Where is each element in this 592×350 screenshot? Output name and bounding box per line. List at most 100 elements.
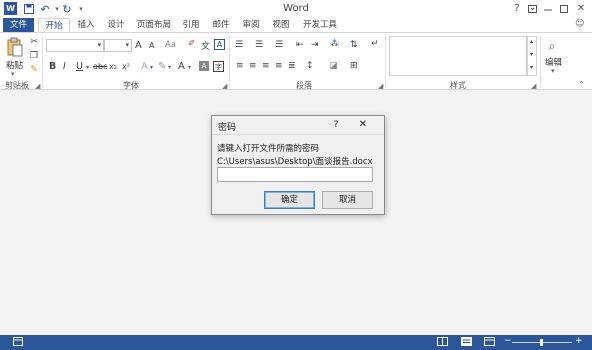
tab-file[interactable]: 文件 [3,18,34,32]
text-effects-icon[interactable]: A [141,61,148,72]
chevron-down-icon[interactable]: ▾ [530,51,533,58]
line-spacing-icon[interactable]: ↕ [306,61,314,71]
dialog-close-button[interactable]: ✕ [355,118,371,132]
account-icon[interactable]: ☺ [575,19,584,29]
font-name-combobox[interactable]: ▾ [46,39,104,52]
character-border-icon[interactable]: A [214,39,225,50]
group-divider [229,36,230,88]
editing-dropdown-icon[interactable]: ▾ [551,67,555,75]
tab-page-layout[interactable]: 页面布局 [133,18,175,32]
tab-design[interactable]: 设计 [102,18,130,32]
format-painter-icon[interactable]: ✎ [29,65,39,75]
close-icon[interactable]: ✕ [573,1,589,16]
distributed-icon[interactable]: ≣ [288,61,296,71]
align-left-icon[interactable]: ≡ [236,61,244,71]
zoom-out-icon[interactable]: − [504,336,512,346]
chevron-up-icon[interactable]: ▴ [530,38,533,45]
character-shading-icon[interactable]: A [199,61,209,71]
align-center-icon[interactable]: ≡ [249,61,257,71]
multilevel-list-icon[interactable]: ☰ [275,40,283,50]
ribbon-display-options-icon[interactable] [524,1,540,16]
more-icon[interactable]: ▾ [530,64,533,71]
read-mode-icon[interactable] [437,337,448,349]
paste-icon[interactable] [6,36,24,58]
italic-button[interactable]: I [63,61,66,72]
password-prompt: 请键入打开文件所需的密码 [217,144,320,154]
subscript-button[interactable]: x₂ [109,62,117,71]
tab-home[interactable]: 开始 [38,18,70,32]
grow-font-icon[interactable]: A [135,40,142,51]
status-bar: − + [0,335,592,350]
dialog-title: 密码 [218,123,237,133]
shading-icon[interactable]: ◪ [329,61,338,71]
app-title: Word [283,3,309,14]
tab-review[interactable]: 审阅 [238,18,264,32]
highlight-dropdown-icon[interactable]: ▾ [168,64,171,71]
underline-dropdown-icon[interactable]: ▾ [86,64,89,71]
macro-recording-icon[interactable] [13,337,23,349]
justify-icon[interactable]: ≡ [275,61,283,71]
tab-view[interactable]: 视图 [268,18,294,32]
ok-button[interactable]: 确定 [264,191,315,209]
cut-icon[interactable]: ✂ [29,37,39,47]
superscript-button[interactable]: x² [122,62,130,71]
sort-icon[interactable]: ⇅ [350,40,358,50]
numbering-icon[interactable]: ☰ [255,40,263,50]
group-divider [540,36,541,88]
tab-mailings[interactable]: 邮件 [208,18,234,32]
change-case-icon[interactable]: Aa [165,40,176,50]
paragraph-launcher-icon[interactable]: ◢ [378,82,383,90]
borders-icon[interactable]: ⊞ [350,61,358,71]
phonetic-guide-icon[interactable]: 文 [201,39,210,52]
copy-icon[interactable]: ❐ [29,51,39,61]
bullets-icon[interactable]: ☰ [235,40,243,50]
tab-insert[interactable]: 插入 [72,18,100,32]
chevron-down-icon: ▾ [125,41,129,49]
show-hide-marks-icon[interactable]: ↵ [371,39,379,49]
clipboard-launcher-icon[interactable]: ◢ [35,82,40,90]
file-path: C:\Users\asus\Desktop\面谈报告.docx [217,157,373,167]
group-divider [42,36,43,88]
enclose-characters-icon[interactable]: 字 [213,61,224,72]
password-input[interactable] [217,167,373,182]
ribbon: 粘贴 ▾ ✂ ❐ ✎ 剪贴板 ◢ ▾ ▾ A A Aa ✐ 文 A B I U … [0,32,592,90]
styles-launcher-icon[interactable]: ◢ [531,82,536,90]
help-button[interactable]: ? [509,1,525,16]
font-size-combobox[interactable]: ▾ [104,39,132,52]
font-launcher-icon[interactable]: ◢ [222,82,227,90]
dialog-help-button[interactable]: ? [329,118,343,132]
underline-button[interactable]: U [76,61,83,72]
print-layout-icon[interactable] [461,337,472,349]
cancel-button[interactable]: 取消 [322,191,373,209]
bold-button[interactable]: B [49,61,56,72]
clear-formatting-icon[interactable]: ✐ [188,39,196,49]
font-color-icon[interactable]: A [178,61,185,72]
align-right-icon[interactable]: ≡ [262,61,270,71]
group-divider [385,36,386,88]
strikethrough-button[interactable]: abc [93,62,107,71]
title-bar: W ↶ ▾ ↻ ▾ Word ? ✕ [0,0,592,18]
styles-gallery-scroll[interactable]: ▴ ▾ ▾ [527,36,537,76]
tab-developer[interactable]: 开发工具 [298,18,342,32]
collapse-ribbon-icon[interactable]: ⌃ [578,80,585,89]
zoom-in-icon[interactable]: + [575,336,583,346]
font-color-dropdown-icon[interactable]: ▾ [188,64,191,71]
zoom-slider-thumb[interactable] [540,339,543,346]
decrease-indent-icon[interactable]: ⇤ [296,40,304,50]
chevron-down-icon: ▾ [97,41,101,49]
text-effects-dropdown-icon[interactable]: ▾ [150,64,153,71]
shrink-font-icon[interactable]: A [149,41,154,50]
binoculars-icon[interactable]: ⌕ [544,38,560,54]
chinese-layout-icon[interactable]: ⁂ [330,39,339,49]
increase-indent-icon[interactable]: ⇥ [311,40,319,50]
highlight-icon[interactable]: ✎ [158,61,166,72]
restore-icon[interactable] [556,1,572,16]
paste-dropdown-icon[interactable]: ▾ [11,70,15,78]
tab-references[interactable]: 引用 [178,18,204,32]
web-layout-icon[interactable] [484,337,495,349]
styles-gallery[interactable] [389,36,527,76]
minimize-icon[interactable] [540,1,556,16]
dialog-body: 请键入打开文件所需的密码 C:\Users\asus\Desktop\面谈报告.… [212,134,384,214]
ribbon-tabs: 文件 开始 插入 设计 页面布局 引用 邮件 审阅 视图 开发工具 ☺ [0,18,592,32]
password-dialog: 密码 ? ✕ 请键入打开文件所需的密码 C:\Users\asus\Deskto… [211,115,385,215]
